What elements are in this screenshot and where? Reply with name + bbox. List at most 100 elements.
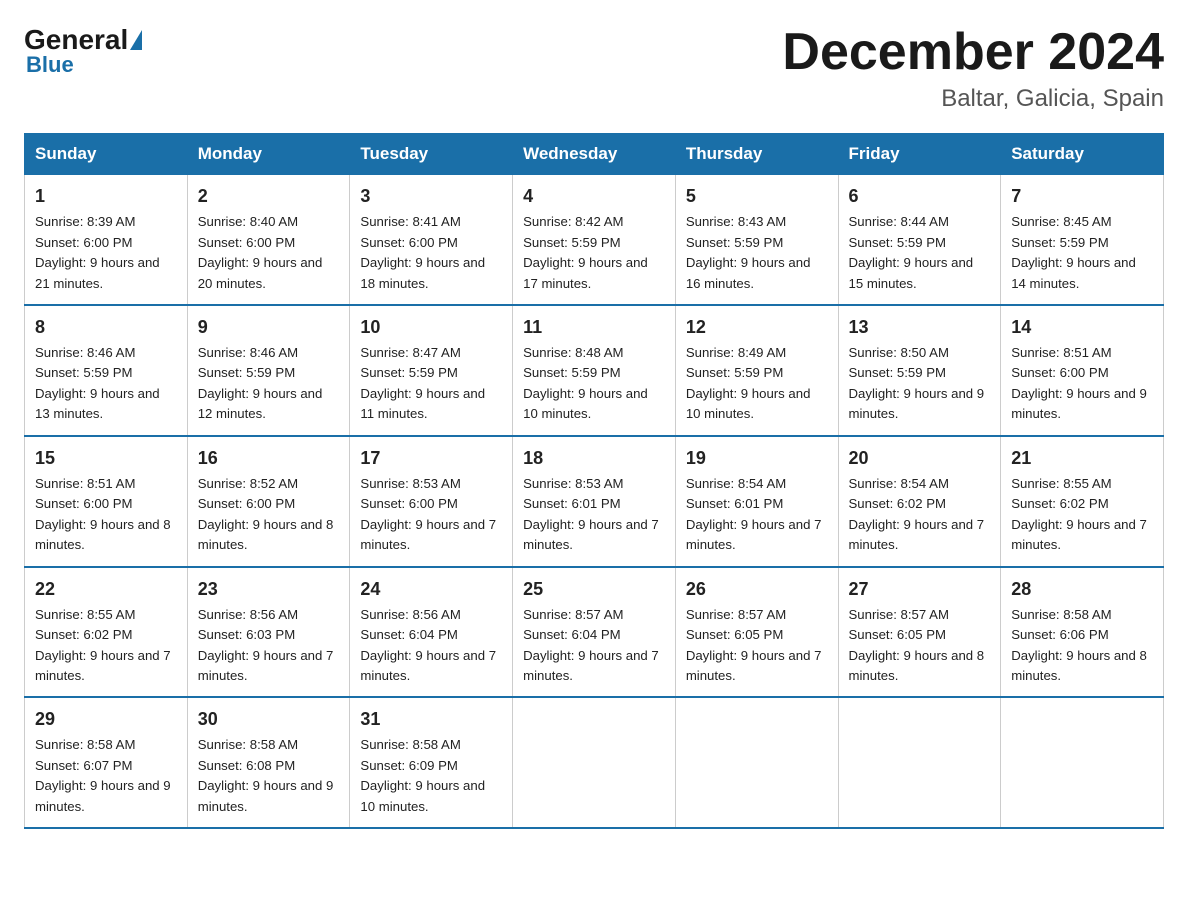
day-number: 2 bbox=[198, 183, 340, 210]
day-info: Sunrise: 8:58 AMSunset: 6:06 PMDaylight:… bbox=[1011, 607, 1147, 683]
day-number: 4 bbox=[523, 183, 665, 210]
day-info: Sunrise: 8:39 AMSunset: 6:00 PMDaylight:… bbox=[35, 214, 160, 290]
day-header-monday: Monday bbox=[187, 134, 350, 175]
day-cell: 19 Sunrise: 8:54 AMSunset: 6:01 PMDayligh… bbox=[675, 436, 838, 567]
day-info: Sunrise: 8:41 AMSunset: 6:00 PMDaylight:… bbox=[360, 214, 485, 290]
day-number: 17 bbox=[360, 445, 502, 472]
day-number: 21 bbox=[1011, 445, 1153, 472]
calendar-table: SundayMondayTuesdayWednesdayThursdayFrid… bbox=[24, 133, 1164, 829]
day-cell: 29 Sunrise: 8:58 AMSunset: 6:07 PMDayligh… bbox=[25, 697, 188, 828]
day-cell: 10Sunrise: 8:47 AMSunset: 5:59 PMDayligh… bbox=[350, 305, 513, 436]
day-cell: 11 Sunrise: 8:48 AMSunset: 5:59 PMDayligh… bbox=[513, 305, 676, 436]
day-info: Sunrise: 8:46 AMSunset: 5:59 PMDaylight:… bbox=[198, 345, 323, 421]
day-info: Sunrise: 8:51 AMSunset: 6:00 PMDaylight:… bbox=[35, 476, 171, 552]
day-info: Sunrise: 8:57 AMSunset: 6:05 PMDaylight:… bbox=[686, 607, 822, 683]
day-number: 24 bbox=[360, 576, 502, 603]
day-cell: 14 Sunrise: 8:51 AMSunset: 6:00 PMDayligh… bbox=[1001, 305, 1164, 436]
day-number: 19 bbox=[686, 445, 828, 472]
week-row-4: 22Sunrise: 8:55 AMSunset: 6:02 PMDayligh… bbox=[25, 567, 1164, 698]
day-number: 31 bbox=[360, 706, 502, 733]
day-info: Sunrise: 8:58 AMSunset: 6:08 PMDaylight:… bbox=[198, 737, 334, 813]
day-number: 12 bbox=[686, 314, 828, 341]
day-info: Sunrise: 8:54 AMSunset: 6:01 PMDaylight:… bbox=[686, 476, 822, 552]
day-info: Sunrise: 8:51 AMSunset: 6:00 PMDaylight:… bbox=[1011, 345, 1147, 421]
day-number: 22 bbox=[35, 576, 177, 603]
day-number: 1 bbox=[35, 183, 177, 210]
day-cell: 22Sunrise: 8:55 AMSunset: 6:02 PMDayligh… bbox=[25, 567, 188, 698]
day-cell: 15 Sunrise: 8:51 AMSunset: 6:00 PMDayligh… bbox=[25, 436, 188, 567]
day-cell: 9 Sunrise: 8:46 AMSunset: 5:59 PMDaylight… bbox=[187, 305, 350, 436]
day-cell: 23 Sunrise: 8:56 AMSunset: 6:03 PMDayligh… bbox=[187, 567, 350, 698]
day-info: Sunrise: 8:54 AMSunset: 6:02 PMDaylight:… bbox=[849, 476, 985, 552]
day-header-tuesday: Tuesday bbox=[350, 134, 513, 175]
day-number: 30 bbox=[198, 706, 340, 733]
day-number: 28 bbox=[1011, 576, 1153, 603]
week-row-1: 1 Sunrise: 8:39 AMSunset: 6:00 PMDaylight… bbox=[25, 175, 1164, 305]
day-header-thursday: Thursday bbox=[675, 134, 838, 175]
logo-triangle-icon bbox=[130, 30, 142, 50]
day-number: 18 bbox=[523, 445, 665, 472]
day-header-wednesday: Wednesday bbox=[513, 134, 676, 175]
day-number: 14 bbox=[1011, 314, 1153, 341]
day-cell: 2 Sunrise: 8:40 AMSunset: 6:00 PMDaylight… bbox=[187, 175, 350, 305]
day-number: 11 bbox=[523, 314, 665, 341]
day-info: Sunrise: 8:56 AMSunset: 6:03 PMDaylight:… bbox=[198, 607, 334, 683]
day-info: Sunrise: 8:43 AMSunset: 5:59 PMDaylight:… bbox=[686, 214, 811, 290]
day-cell: 31 Sunrise: 8:58 AMSunset: 6:09 PMDayligh… bbox=[350, 697, 513, 828]
page-header: General Blue December 2024 Baltar, Galic… bbox=[24, 24, 1164, 113]
day-cell: 12 Sunrise: 8:49 AMSunset: 5:59 PMDayligh… bbox=[675, 305, 838, 436]
week-row-2: 8Sunrise: 8:46 AMSunset: 5:59 PMDaylight… bbox=[25, 305, 1164, 436]
day-info: Sunrise: 8:49 AMSunset: 5:59 PMDaylight:… bbox=[686, 345, 811, 421]
day-info: Sunrise: 8:56 AMSunset: 6:04 PMDaylight:… bbox=[360, 607, 496, 683]
day-cell: 17Sunrise: 8:53 AMSunset: 6:00 PMDayligh… bbox=[350, 436, 513, 567]
day-cell bbox=[838, 697, 1001, 828]
day-cell: 4 Sunrise: 8:42 AMSunset: 5:59 PMDaylight… bbox=[513, 175, 676, 305]
day-number: 23 bbox=[198, 576, 340, 603]
title-area: December 2024 Baltar, Galicia, Spain bbox=[782, 24, 1164, 113]
day-info: Sunrise: 8:52 AMSunset: 6:00 PMDaylight:… bbox=[198, 476, 334, 552]
day-number: 7 bbox=[1011, 183, 1153, 210]
day-number: 29 bbox=[35, 706, 177, 733]
day-cell: 8Sunrise: 8:46 AMSunset: 5:59 PMDaylight… bbox=[25, 305, 188, 436]
day-cell: 21 Sunrise: 8:55 AMSunset: 6:02 PMDayligh… bbox=[1001, 436, 1164, 567]
day-number: 9 bbox=[198, 314, 340, 341]
day-cell: 6 Sunrise: 8:44 AMSunset: 5:59 PMDaylight… bbox=[838, 175, 1001, 305]
day-cell: 7 Sunrise: 8:45 AMSunset: 5:59 PMDaylight… bbox=[1001, 175, 1164, 305]
day-cell: 26 Sunrise: 8:57 AMSunset: 6:05 PMDayligh… bbox=[675, 567, 838, 698]
day-info: Sunrise: 8:48 AMSunset: 5:59 PMDaylight:… bbox=[523, 345, 648, 421]
day-cell: 16 Sunrise: 8:52 AMSunset: 6:00 PMDayligh… bbox=[187, 436, 350, 567]
day-cell: 24 Sunrise: 8:56 AMSunset: 6:04 PMDayligh… bbox=[350, 567, 513, 698]
day-cell bbox=[675, 697, 838, 828]
day-cell: 18 Sunrise: 8:53 AMSunset: 6:01 PMDayligh… bbox=[513, 436, 676, 567]
month-title: December 2024 bbox=[782, 24, 1164, 81]
day-number: 3 bbox=[360, 183, 502, 210]
days-header-row: SundayMondayTuesdayWednesdayThursdayFrid… bbox=[25, 134, 1164, 175]
day-cell bbox=[513, 697, 676, 828]
location-title: Baltar, Galicia, Spain bbox=[782, 85, 1164, 113]
day-info: Sunrise: 8:42 AMSunset: 5:59 PMDaylight:… bbox=[523, 214, 648, 290]
day-info: Sunrise: 8:46 AMSunset: 5:59 PMDaylight:… bbox=[35, 345, 160, 421]
day-info: Sunrise: 8:45 AMSunset: 5:59 PMDaylight:… bbox=[1011, 214, 1136, 290]
day-number: 15 bbox=[35, 445, 177, 472]
day-info: Sunrise: 8:58 AMSunset: 6:09 PMDaylight:… bbox=[360, 737, 485, 813]
day-info: Sunrise: 8:40 AMSunset: 6:00 PMDaylight:… bbox=[198, 214, 323, 290]
day-number: 16 bbox=[198, 445, 340, 472]
day-header-friday: Friday bbox=[838, 134, 1001, 175]
day-cell: 13Sunrise: 8:50 AMSunset: 5:59 PMDayligh… bbox=[838, 305, 1001, 436]
day-number: 6 bbox=[849, 183, 991, 210]
day-info: Sunrise: 8:53 AMSunset: 6:01 PMDaylight:… bbox=[523, 476, 659, 552]
day-number: 26 bbox=[686, 576, 828, 603]
day-number: 25 bbox=[523, 576, 665, 603]
day-info: Sunrise: 8:58 AMSunset: 6:07 PMDaylight:… bbox=[35, 737, 171, 813]
week-row-5: 29 Sunrise: 8:58 AMSunset: 6:07 PMDayligh… bbox=[25, 697, 1164, 828]
day-cell: 20Sunrise: 8:54 AMSunset: 6:02 PMDayligh… bbox=[838, 436, 1001, 567]
logo-blue-text: Blue bbox=[24, 52, 74, 78]
day-info: Sunrise: 8:44 AMSunset: 5:59 PMDaylight:… bbox=[849, 214, 974, 290]
day-number: 10 bbox=[360, 314, 502, 341]
day-info: Sunrise: 8:55 AMSunset: 6:02 PMDaylight:… bbox=[1011, 476, 1147, 552]
day-cell: 28 Sunrise: 8:58 AMSunset: 6:06 PMDayligh… bbox=[1001, 567, 1164, 698]
day-cell: 25Sunrise: 8:57 AMSunset: 6:04 PMDayligh… bbox=[513, 567, 676, 698]
week-row-3: 15 Sunrise: 8:51 AMSunset: 6:00 PMDayligh… bbox=[25, 436, 1164, 567]
day-cell: 30 Sunrise: 8:58 AMSunset: 6:08 PMDayligh… bbox=[187, 697, 350, 828]
day-number: 5 bbox=[686, 183, 828, 210]
